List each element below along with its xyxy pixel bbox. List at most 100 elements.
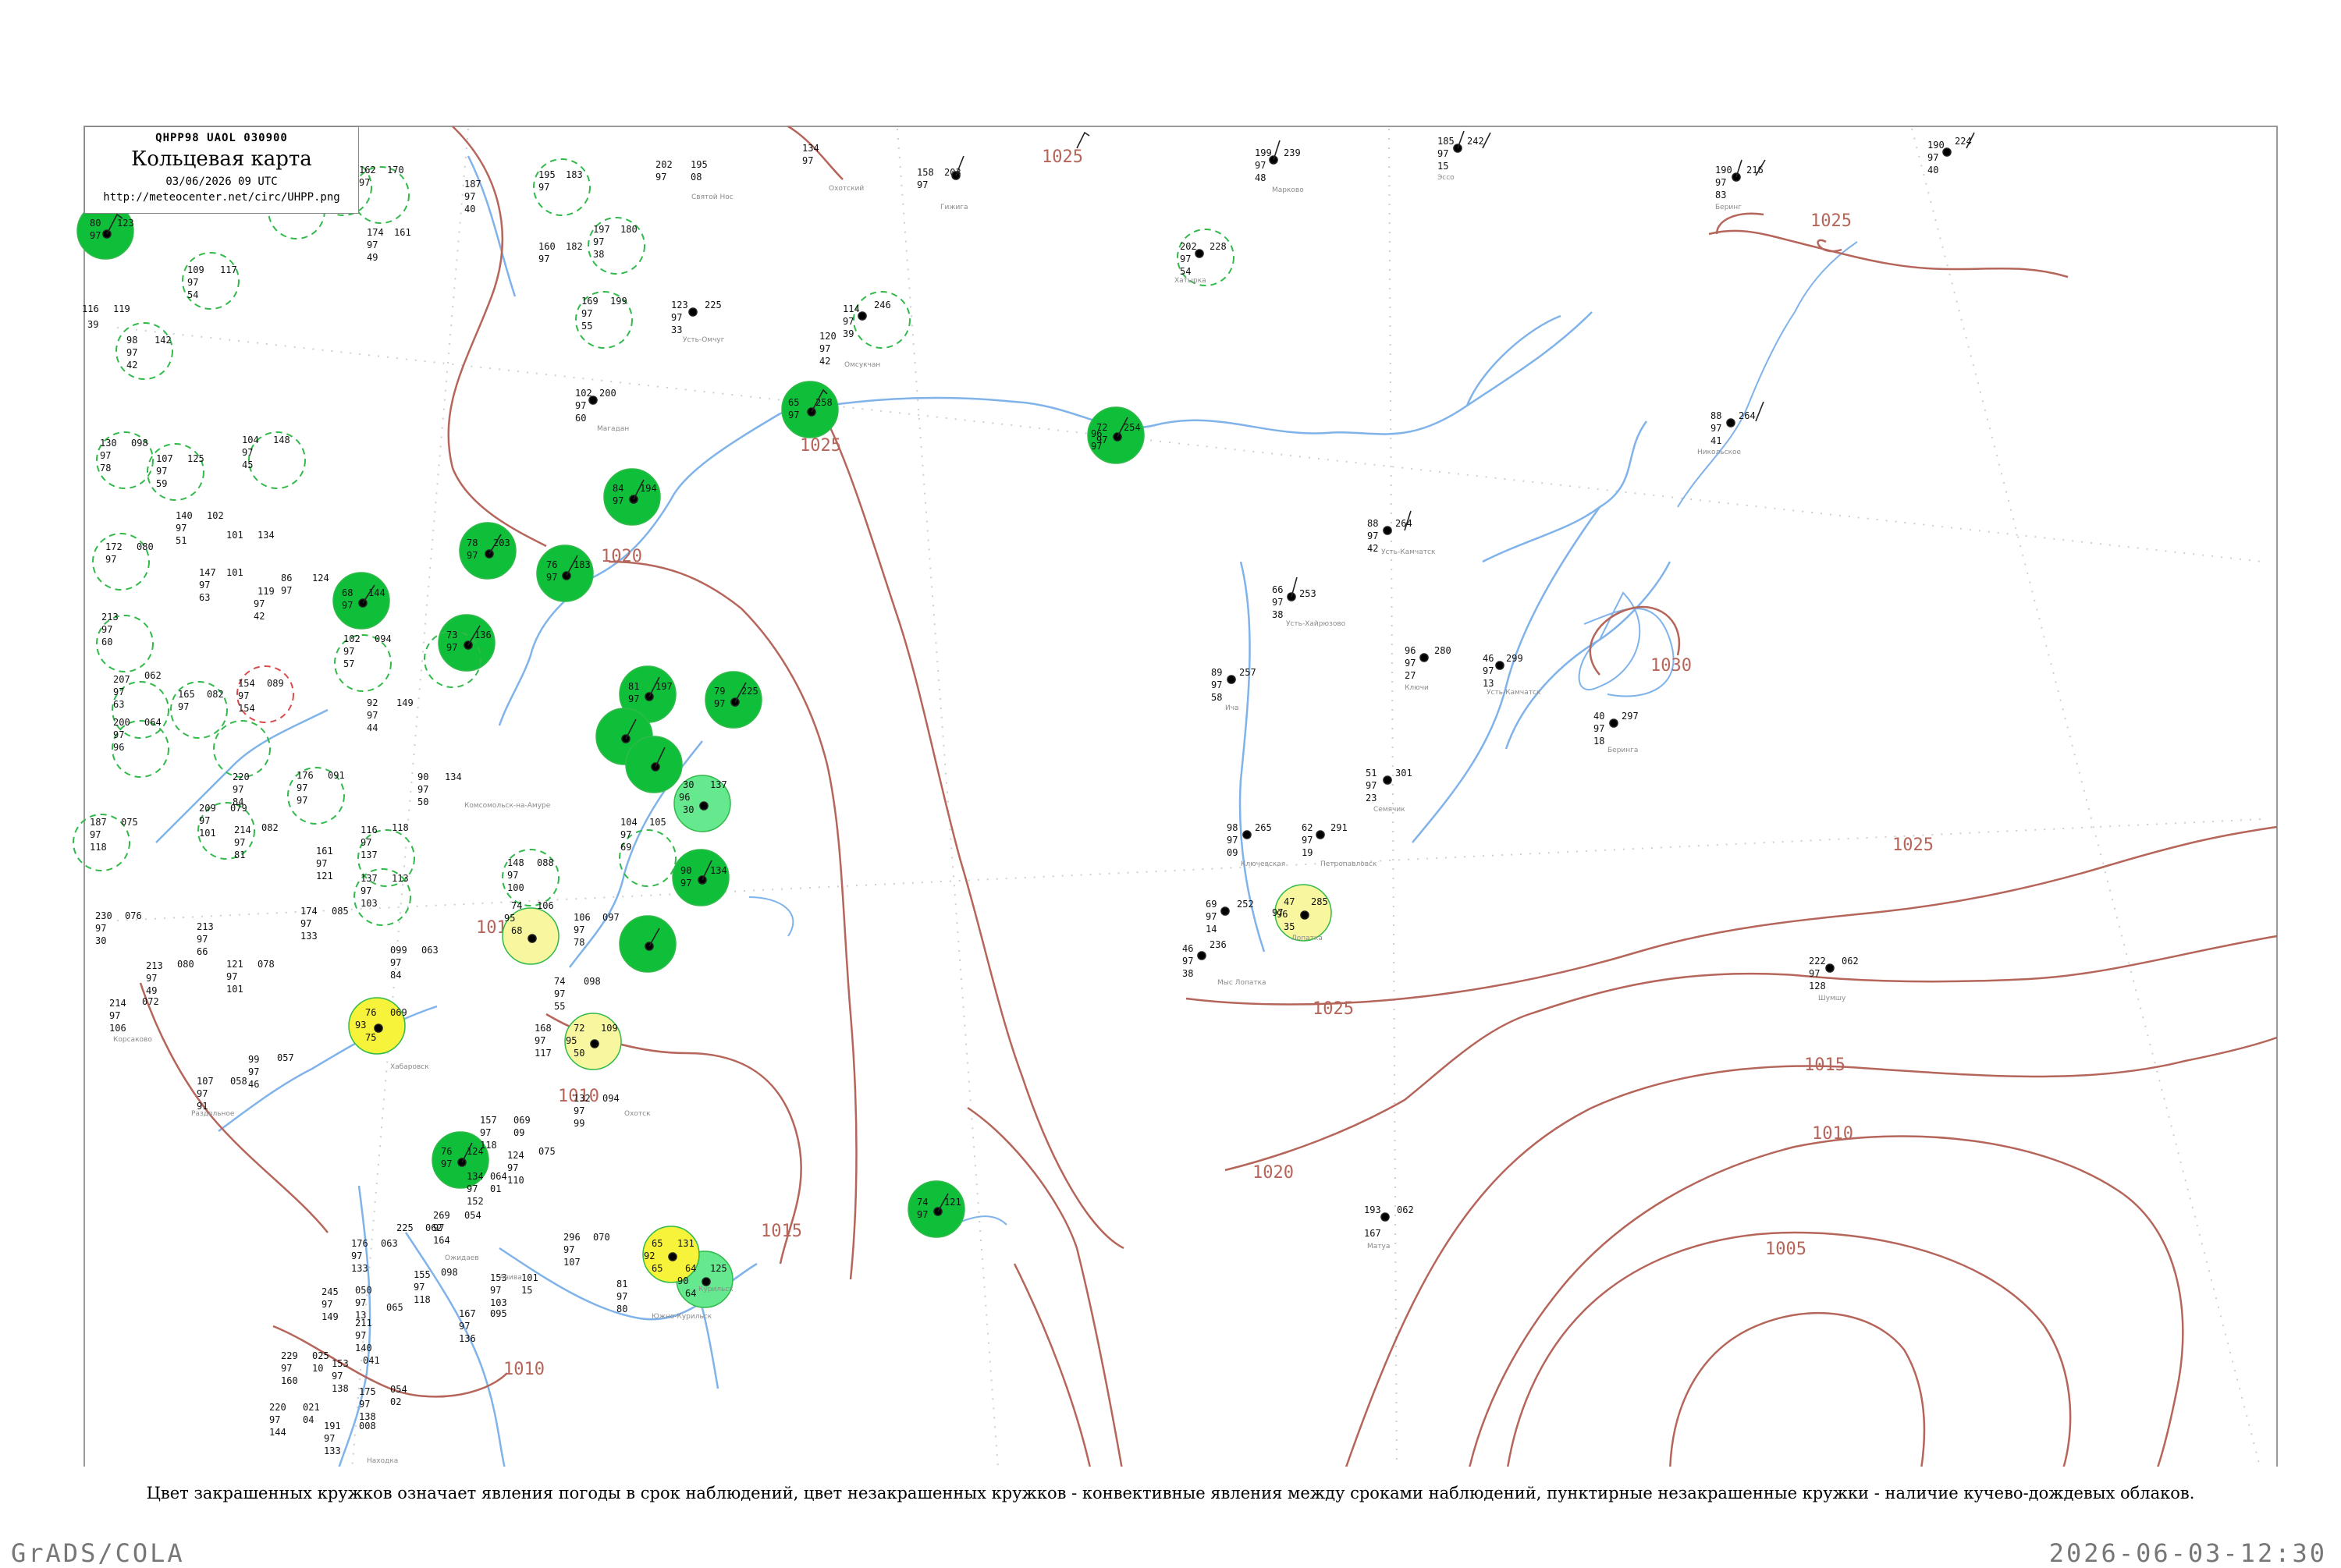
svg-text:97: 97 — [1211, 679, 1222, 690]
svg-text:Матуа: Матуа — [1367, 1243, 1390, 1250]
svg-text:116: 116 — [361, 825, 378, 835]
svg-text:97: 97 — [671, 312, 682, 323]
svg-text:137: 137 — [361, 850, 378, 860]
isobar-label: 1010 — [1812, 1124, 1853, 1144]
svg-text:107: 107 — [156, 453, 173, 464]
svg-text:193: 193 — [1364, 1204, 1381, 1215]
isobar-label: 1015 — [761, 1222, 802, 1241]
svg-text:167: 167 — [1364, 1228, 1381, 1239]
svg-text:69: 69 — [620, 842, 631, 853]
svg-text:220: 220 — [233, 772, 250, 782]
svg-text:81: 81 — [234, 850, 245, 860]
svg-text:90: 90 — [417, 772, 428, 782]
svg-text:47: 47 — [1284, 896, 1295, 907]
svg-text:200: 200 — [113, 717, 130, 728]
svg-text:97: 97 — [109, 1010, 120, 1021]
svg-text:97: 97 — [100, 450, 111, 461]
software-credit: GrADS/COLA — [11, 1538, 185, 1568]
svg-text:30: 30 — [683, 779, 694, 790]
svg-text:104: 104 — [620, 817, 638, 828]
svg-text:48: 48 — [1255, 172, 1266, 183]
svg-text:124: 124 — [507, 1150, 524, 1161]
svg-text:97: 97 — [1593, 723, 1604, 734]
svg-text:97: 97 — [197, 1088, 208, 1099]
isobar-label: 1025 — [800, 436, 841, 456]
svg-text:297: 297 — [1622, 711, 1639, 722]
svg-text:97: 97 — [297, 795, 307, 806]
svg-text:101: 101 — [226, 984, 243, 995]
svg-text:97: 97 — [1182, 956, 1193, 967]
svg-text:44: 44 — [367, 722, 378, 733]
svg-text:97: 97 — [90, 230, 101, 241]
svg-text:213: 213 — [197, 921, 214, 932]
svg-text:101: 101 — [521, 1272, 538, 1283]
svg-text:Беринг: Беринг — [1715, 204, 1742, 211]
svg-text:109: 109 — [601, 1023, 618, 1034]
svg-text:Анива: Анива — [499, 1274, 522, 1282]
svg-text:96: 96 — [113, 742, 124, 753]
svg-text:97: 97 — [1405, 658, 1416, 669]
svg-text:97: 97 — [269, 1414, 280, 1425]
svg-text:97: 97 — [655, 172, 666, 183]
svg-text:008: 008 — [359, 1421, 376, 1431]
svg-text:97: 97 — [680, 878, 691, 889]
svg-text:107: 107 — [197, 1076, 214, 1087]
svg-text:116: 116 — [82, 303, 99, 314]
svg-text:97: 97 — [613, 495, 623, 506]
svg-text:42: 42 — [126, 360, 137, 371]
svg-text:97: 97 — [1206, 911, 1217, 922]
svg-text:Усть-Омчуг: Усть-Омчуг — [683, 336, 725, 344]
map-url: http://meteocenter.net/circ/UHPP.png — [103, 191, 340, 204]
svg-text:Усть-Хайрюзово: Усть-Хайрюзово — [1286, 620, 1346, 628]
svg-text:063: 063 — [381, 1238, 398, 1249]
svg-text:80: 80 — [90, 218, 101, 229]
svg-text:102: 102 — [575, 388, 592, 399]
svg-text:207: 207 — [113, 674, 130, 685]
svg-text:02: 02 — [390, 1396, 401, 1407]
svg-text:97: 97 — [1091, 441, 1102, 452]
svg-text:50: 50 — [574, 1048, 584, 1059]
svg-text:265: 265 — [1255, 822, 1272, 833]
svg-text:Ича: Ича — [1225, 704, 1239, 712]
svg-text:97: 97 — [480, 1127, 491, 1138]
svg-text:95: 95 — [566, 1035, 577, 1046]
svg-text:97: 97 — [324, 1433, 335, 1444]
svg-text:131: 131 — [677, 1238, 694, 1249]
svg-text:Раздольное: Раздольное — [191, 1110, 235, 1118]
svg-text:09: 09 — [1227, 847, 1238, 858]
svg-text:094: 094 — [602, 1093, 620, 1104]
svg-text:Курильск: Курильск — [698, 1286, 734, 1293]
svg-text:66: 66 — [197, 946, 208, 957]
svg-text:Усть-Камчатск: Усть-Камчатск — [1487, 689, 1541, 697]
svg-text:81: 81 — [616, 1279, 627, 1290]
svg-text:97: 97 — [238, 690, 249, 701]
svg-text:149: 149 — [321, 1311, 339, 1322]
svg-text:176: 176 — [297, 770, 314, 781]
svg-text:97: 97 — [90, 829, 101, 840]
svg-text:49: 49 — [146, 985, 157, 996]
svg-text:098: 098 — [584, 976, 601, 987]
svg-text:74: 74 — [554, 976, 565, 987]
svg-text:187: 187 — [464, 179, 481, 190]
svg-text:97: 97 — [199, 580, 210, 591]
svg-text:Магадан: Магадан — [597, 425, 629, 433]
svg-text:257: 257 — [1239, 667, 1256, 678]
svg-text:160: 160 — [538, 241, 556, 252]
svg-text:169: 169 — [581, 296, 599, 307]
svg-text:97: 97 — [414, 1282, 425, 1293]
svg-text:97: 97 — [1180, 254, 1191, 264]
svg-text:97: 97 — [819, 343, 830, 354]
svg-text:54: 54 — [1180, 266, 1191, 277]
svg-text:054: 054 — [390, 1384, 407, 1395]
svg-text:082: 082 — [261, 822, 279, 833]
svg-text:109: 109 — [187, 264, 204, 275]
svg-text:97: 97 — [101, 624, 112, 635]
svg-text:Омсукчан: Омсукчан — [844, 361, 880, 369]
svg-text:96: 96 — [679, 792, 690, 803]
svg-text:95: 95 — [504, 913, 515, 924]
svg-text:65: 65 — [652, 1238, 663, 1249]
svg-text:062: 062 — [1397, 1204, 1414, 1215]
svg-text:46: 46 — [1483, 653, 1494, 664]
svg-text:46: 46 — [1182, 943, 1193, 954]
svg-text:102: 102 — [207, 510, 224, 521]
